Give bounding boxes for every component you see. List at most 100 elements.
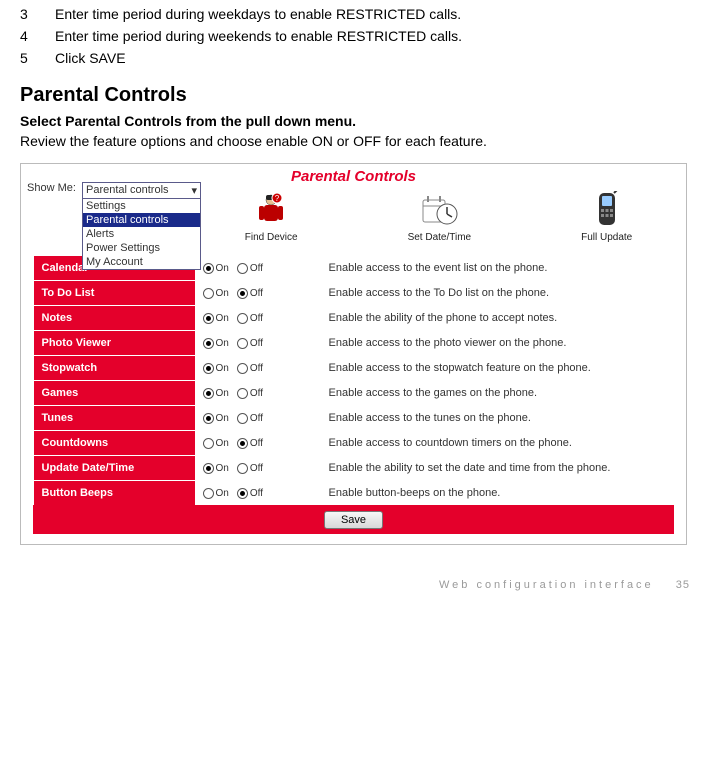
feature-toggle[interactable]: On Off — [195, 331, 321, 356]
step-text: Enter time period during weekdays to ena… — [55, 6, 690, 22]
radio-on-label: On — [216, 488, 229, 499]
select-option[interactable]: Power Settings — [83, 241, 200, 255]
feature-toggle[interactable]: On Off — [195, 431, 321, 456]
save-button[interactable]: Save — [324, 511, 383, 529]
radio-on[interactable] — [203, 388, 214, 399]
radio-off-label: Off — [250, 413, 263, 424]
show-me-area: Show Me: Parental controls ▾ Settings Pa… — [27, 182, 201, 270]
feature-toggle[interactable]: OnOff — [195, 406, 321, 431]
feature-description: Enable access to the games on the phone. — [321, 381, 674, 406]
radio-off[interactable] — [237, 288, 248, 299]
table-row: StopwatchOnOffEnable access to the stopw… — [34, 356, 674, 381]
radio-on-label: On — [216, 263, 229, 274]
footer-label: Web configuration interface — [439, 579, 654, 591]
radio-on[interactable] — [203, 488, 214, 499]
radio-on[interactable] — [203, 288, 214, 299]
radio-on[interactable] — [203, 413, 214, 424]
radio-off-label: Off — [250, 288, 263, 299]
radio-off[interactable] — [237, 263, 248, 274]
radio-off-label: Off — [250, 438, 263, 449]
phone-icon — [587, 191, 627, 229]
feature-description: Enable access to the photo viewer on the… — [321, 331, 674, 356]
show-me-label: Show Me: — [27, 182, 76, 194]
clock-calendar-icon — [419, 191, 459, 229]
save-row: Save — [33, 505, 674, 534]
features-table: CalendarOnOffEnable access to the event … — [34, 255, 674, 505]
radio-off-label: Off — [250, 313, 263, 324]
feature-name: Photo Viewer — [34, 331, 195, 356]
feature-toggle[interactable]: OnOff — [195, 381, 321, 406]
radio-on[interactable] — [203, 438, 214, 449]
radio-on-label: On — [216, 438, 229, 449]
feature-description: Enable access to the tunes on the phone. — [321, 406, 674, 431]
radio-off[interactable] — [237, 363, 248, 374]
table-row: Update Date/TimeOnOffEnable the ability … — [34, 456, 674, 481]
feature-toggle[interactable]: OnOff — [195, 456, 321, 481]
feature-toggle[interactable]: On Off — [195, 481, 321, 506]
step-row: 5 Click SAVE — [20, 50, 690, 66]
radio-off[interactable] — [237, 463, 248, 474]
page-number: 35 — [676, 579, 690, 591]
feature-name: Stopwatch — [34, 356, 195, 381]
radio-on[interactable] — [203, 263, 214, 274]
svg-text:?: ? — [275, 194, 280, 203]
radio-off-label: Off — [250, 338, 263, 349]
radio-off[interactable] — [237, 488, 248, 499]
radio-on-label: On — [216, 313, 229, 324]
feature-name: Games — [34, 381, 195, 406]
select-option[interactable]: Settings — [83, 199, 200, 213]
find-device-action[interactable]: ? Find Device — [245, 191, 298, 243]
radio-off[interactable] — [237, 413, 248, 424]
radio-on-label: On — [216, 388, 229, 399]
feature-toggle[interactable]: OnOff — [195, 356, 321, 381]
table-row: GamesOnOffEnable access to the games on … — [34, 381, 674, 406]
feature-toggle[interactable]: On Off — [195, 306, 321, 331]
radio-on[interactable] — [203, 313, 214, 324]
radio-on[interactable] — [203, 463, 214, 474]
step-number: 4 — [20, 28, 55, 44]
feature-description: Enable access to countdown timers on the… — [321, 431, 674, 456]
set-date-time-action[interactable]: Set Date/Time — [408, 191, 472, 243]
feature-name: To Do List — [34, 281, 195, 306]
embedded-screenshot: Parental Controls Show Me: Parental cont… — [20, 163, 687, 545]
feature-toggle[interactable]: On Off — [195, 281, 321, 306]
icon-label: Full Update — [581, 232, 632, 243]
section-heading: Parental Controls — [20, 84, 690, 107]
page-footer: Web configuration interface 35 — [20, 579, 690, 591]
select-option[interactable]: Parental controls — [83, 213, 200, 227]
step-number: 3 — [20, 6, 55, 22]
step-row: 3 Enter time period during weekdays to e… — [20, 6, 690, 22]
step-text: Enter time period during weekends to ena… — [55, 28, 690, 44]
feature-description: Enable the ability of the phone to accep… — [321, 306, 674, 331]
radio-on-label: On — [216, 338, 229, 349]
feature-name: Button Beeps — [34, 481, 195, 506]
table-row: Button Beeps On Off Enable button-beeps on … — [34, 481, 674, 506]
radio-off[interactable] — [237, 313, 248, 324]
radio-on-label: On — [216, 363, 229, 374]
full-update-action[interactable]: Full Update — [581, 191, 632, 243]
radio-off[interactable] — [237, 338, 248, 349]
radio-on[interactable] — [203, 363, 214, 374]
radio-off[interactable] — [237, 438, 248, 449]
radio-off[interactable] — [237, 388, 248, 399]
select-option[interactable]: Alerts — [83, 227, 200, 241]
show-me-select[interactable]: Parental controls ▾ Settings Parental co… — [82, 182, 201, 270]
table-row: Notes On Off Enable the ability of the phon… — [34, 306, 674, 331]
table-row: TunesOnOffEnable access to the tunes on … — [34, 406, 674, 431]
feature-description: Enable access to the stopwatch feature o… — [321, 356, 674, 381]
step-text: Click SAVE — [55, 50, 690, 66]
feature-name: Notes — [34, 306, 195, 331]
feature-description: Enable button-beeps on the phone. — [321, 481, 674, 506]
feature-name: Tunes — [34, 406, 195, 431]
radio-on[interactable] — [203, 338, 214, 349]
feature-description: Enable access to the event list on the p… — [321, 256, 674, 281]
section-instruction-bold: Select Parental Controls from the pull d… — [20, 113, 690, 129]
select-option[interactable]: My Account — [83, 255, 200, 269]
feature-description: Enable the ability to set the date and t… — [321, 456, 674, 481]
feature-toggle[interactable]: OnOff — [195, 256, 321, 281]
icon-label: Find Device — [245, 232, 298, 243]
table-row: To Do ListOnOffEnable access to the To D… — [34, 281, 674, 306]
radio-on-label: On — [216, 288, 229, 299]
select-current[interactable]: Parental controls ▾ — [83, 183, 200, 199]
radio-off-label: Off — [250, 488, 263, 499]
